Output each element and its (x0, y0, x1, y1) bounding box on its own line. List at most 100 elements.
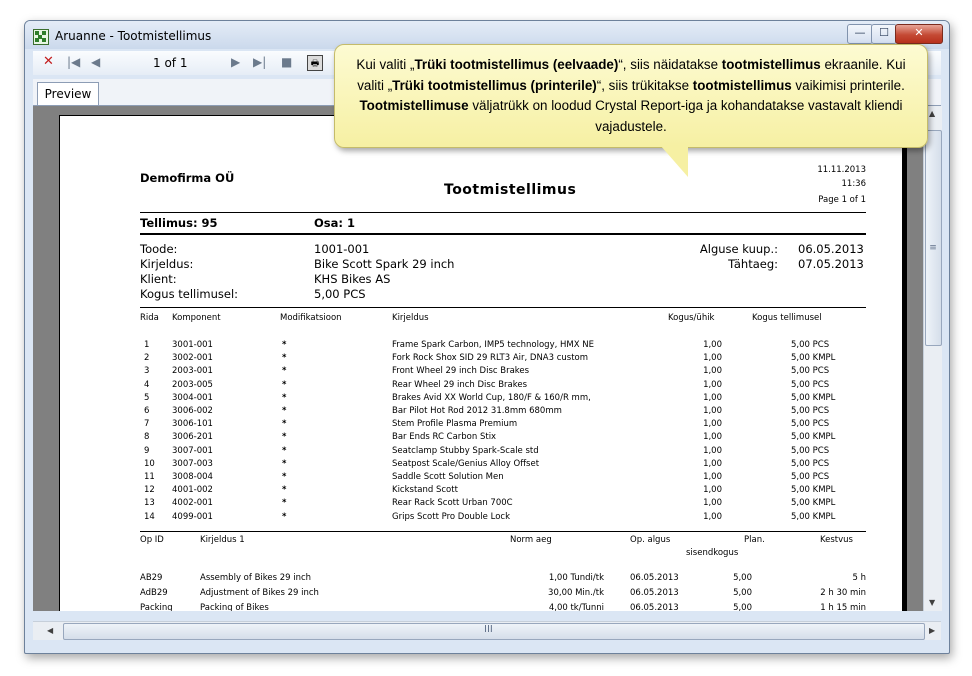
row-number: 11 (144, 472, 155, 482)
component-description: Frame Spark Carbon, IMP5 technology, HMX… (392, 340, 594, 350)
component-header-cell: Kogus/ühik (668, 313, 715, 323)
desc-label: Kirjeldus: (140, 257, 194, 271)
next-page-icon[interactable]: ▶ (231, 55, 240, 69)
operation-header-cell: Kirjeldus 1 (200, 535, 245, 545)
qty-ordered: 5,00 KMPL (791, 353, 836, 364)
qty-ordered: 5,00 KMPL (791, 432, 836, 443)
qty-per-unit: 1,00 (703, 445, 722, 456)
component-header-cell: Rida (140, 313, 159, 323)
component-description: Rear Rack Scott Urban 700C (392, 498, 513, 509)
row-number: 2 (144, 353, 150, 364)
row-number: 7 (144, 419, 150, 430)
row-number: 5 (144, 392, 150, 403)
component-code: 4002-001 (172, 498, 213, 509)
modification-mark: * (282, 392, 287, 403)
callout-text: Kui valiti „Trüki tootmistellimus (eelva… (343, 55, 919, 137)
component-description: Brakes Avid XX World Cup, 180/F & 160/R … (392, 392, 591, 403)
norm-time: 1,00 Tundi/tk (548, 573, 604, 583)
qty-per-unit: 1,00 (703, 485, 722, 496)
order-label: Tellimus: 95 (140, 216, 218, 230)
component-code: 3007-001 (172, 445, 213, 456)
component-code: 3006-201 (172, 432, 213, 443)
duration: 5 h (852, 573, 867, 583)
close-button[interactable]: ✕ (895, 24, 943, 44)
scroll-down-icon[interactable]: ▼ (929, 598, 935, 607)
modification-mark: * (282, 340, 287, 350)
qty-ordered: 5,00 KMPL (791, 511, 836, 522)
qty-per-unit: 1,00 (703, 366, 722, 377)
operation-description: Packing of Bikes (200, 603, 269, 611)
component-description: Fork Rock Shox SID 29 RLT3 Air, DNA3 cus… (392, 353, 589, 364)
component-description: Bar Pilot Hot Rod 2012 31.8mm 680mm (392, 406, 562, 416)
start-label: Alguse kuup.: (699, 242, 778, 256)
component-code: 3006-101 (172, 419, 213, 430)
callout-text-part: “, siis näidatakse (618, 57, 722, 72)
stop-icon[interactable]: ■ (281, 55, 292, 69)
info-callout: Kui valiti „Trüki tootmistellimus (eelva… (334, 44, 928, 148)
scroll-left-icon[interactable]: ◀ (47, 626, 53, 635)
operation-start: 06.05.2013 (630, 588, 679, 598)
part-label: Osa: 1 (314, 216, 355, 230)
due-value: 07.05.2013 (798, 257, 864, 271)
product-value: 1001-001 (314, 242, 370, 256)
row-number: 13 (144, 498, 155, 509)
qty-per-unit: 1,00 (703, 498, 722, 509)
qty-value: 5,00 PCS (314, 287, 366, 301)
norm-time: 30,00 Min./tk (548, 588, 604, 598)
component-code: 2003-001 (172, 366, 213, 377)
qty-ordered: 5,00 KMPL (791, 485, 836, 496)
qty-ordered: 5,00 PCS (791, 445, 830, 456)
prev-page-icon[interactable]: ◀ (91, 55, 100, 69)
qty-ordered: 5,00 PCS (791, 419, 830, 430)
vertical-scroll-thumb[interactable]: ≡ (925, 130, 942, 346)
component-description: Saddle Scott Solution Men (392, 472, 504, 482)
callout-text-part: Kui valiti „ (356, 57, 415, 72)
horizontal-scroll-thumb[interactable]: III (63, 623, 925, 640)
qty-ordered: 5,00 PCS (791, 340, 830, 350)
scroll-right-icon[interactable]: ▶ (929, 626, 935, 635)
due-label: Tähtaeg: (728, 257, 778, 271)
callout-text-part: Trüki tootmistellimus (eelvaade) (414, 57, 619, 72)
grip-icon: III (484, 624, 493, 635)
client-label: Klient: (140, 272, 177, 286)
row-number: 14 (144, 511, 155, 522)
operation-id: AB29 (140, 573, 163, 583)
divider (140, 233, 866, 235)
window-title: Aruanne - Tootmistellimus (55, 29, 212, 43)
modification-mark: * (282, 498, 287, 509)
component-description: Front Wheel 29 inch Disc Brakes (392, 366, 530, 377)
component-code: 3007-003 (172, 458, 213, 469)
operation-start: 06.05.2013 (630, 573, 679, 583)
company-name: Demofirma OÜ (140, 171, 235, 185)
printer-icon[interactable]: 🖶 (307, 55, 323, 71)
qty-ordered: 5,00 KMPL (791, 498, 836, 509)
page-number: Page 1 of 1 (818, 195, 866, 205)
minimize-button[interactable]: — (847, 24, 873, 44)
component-description: Seatclamp Stubby Spark-Scale std (392, 445, 539, 456)
operation-start: 06.05.2013 (630, 603, 679, 611)
callout-text-part: vaikimisi printerile. (791, 77, 905, 93)
norm-time: 4,00 tk/Tunni (548, 603, 604, 611)
qty-per-unit: 1,00 (703, 432, 722, 443)
planned-input-qty: 5,00 (733, 603, 752, 611)
horizontal-scrollbar[interactable]: ◀ III ▶ (33, 621, 941, 640)
maximize-button[interactable]: ☐ (871, 24, 897, 44)
print-date: 11.11.2013 (817, 165, 866, 175)
row-number: 6 (144, 406, 150, 416)
close-view-icon[interactable]: ✕ (43, 54, 54, 69)
operation-header-cell: Op. algus (630, 535, 671, 545)
qty-ordered: 5,00 KMPL (791, 392, 836, 403)
callout-text-part: väljatrükk on loodud Crystal Report-iga … (468, 98, 903, 134)
page-indicator[interactable]: 1 of 1 (153, 56, 187, 70)
operation-header-cell: sisendkogus (686, 548, 739, 558)
divider (140, 212, 866, 213)
last-page-icon[interactable]: ▶| (253, 55, 266, 69)
tab-preview[interactable]: Preview (37, 82, 99, 105)
scroll-up-icon[interactable]: ▲ (929, 109, 935, 118)
divider (140, 307, 866, 308)
modification-mark: * (282, 379, 287, 390)
vertical-scrollbar[interactable]: ▲ ≡ ▼ (923, 106, 942, 611)
first-page-icon[interactable]: |◀ (67, 55, 80, 69)
component-description: Seatpost Scale/Genius Alloy Offset (392, 458, 540, 469)
operation-header-cell: Norm aeg (510, 535, 552, 545)
